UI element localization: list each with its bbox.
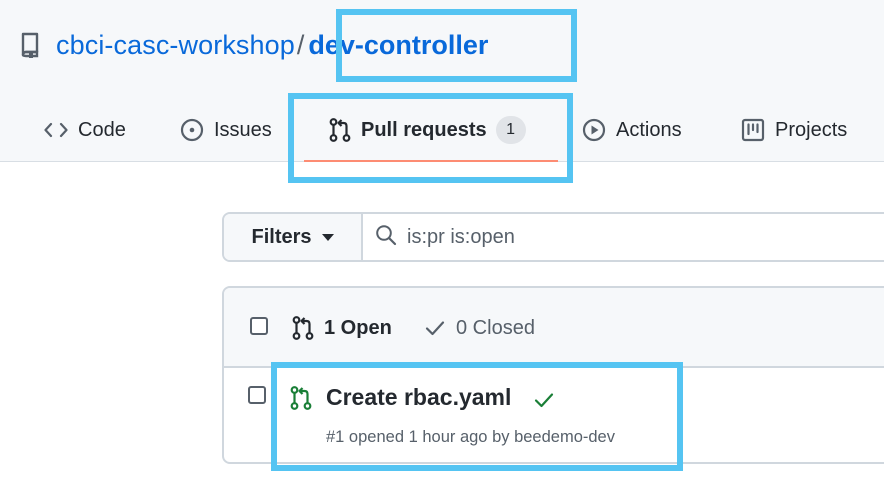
closed-count-label: 0 Closed xyxy=(456,316,535,339)
row-checkbox[interactable] xyxy=(248,386,266,404)
triangle-down-icon xyxy=(321,233,334,241)
search-field xyxy=(363,214,884,260)
project-icon xyxy=(741,118,765,142)
search-icon xyxy=(375,224,397,251)
checks-passed-icon[interactable] xyxy=(533,390,555,415)
closed-filter-toggle[interactable]: 0 Closed xyxy=(424,314,535,342)
filters-button-label: Filters xyxy=(251,225,312,248)
repo-owner-link[interactable]: cbci-casc-workshop xyxy=(56,30,295,61)
tab-pull-requests-label: Pull requests xyxy=(361,118,487,141)
code-icon xyxy=(44,121,68,139)
list-header: 1 Open 0 Closed xyxy=(224,288,884,368)
repo-name-link[interactable]: dev-controller xyxy=(308,30,488,61)
pull-request-meta: #1 opened 1 hour ago by beedemo-dev xyxy=(326,428,615,446)
play-icon xyxy=(582,118,606,142)
tab-projects[interactable]: Projects xyxy=(741,110,847,150)
repo-nav-tabs: Code Issues Pull requests 1 Actions Proj… xyxy=(0,100,884,162)
issue-opened-icon xyxy=(180,118,204,142)
open-count-label: 1 Open xyxy=(324,316,392,339)
tab-code-label: Code xyxy=(78,118,126,141)
git-pull-request-open-icon xyxy=(290,386,312,415)
pull-request-title-link[interactable]: Create rbac.yaml xyxy=(326,384,511,411)
repo-breadcrumb: cbci-casc-workshop / dev-controller xyxy=(20,26,488,64)
filter-bar: Filters xyxy=(222,212,884,262)
git-pull-request-icon xyxy=(292,316,314,340)
tab-issues[interactable]: Issues xyxy=(180,110,272,150)
check-icon xyxy=(424,318,446,338)
tab-projects-label: Projects xyxy=(775,118,848,141)
tab-code[interactable]: Code xyxy=(44,110,126,150)
open-filter-toggle[interactable]: 1 Open xyxy=(292,314,392,342)
search-input[interactable] xyxy=(407,225,807,249)
tab-actions-label: Actions xyxy=(616,118,682,141)
tab-issues-label: Issues xyxy=(214,118,272,141)
selected-tab-underline xyxy=(304,160,558,162)
pull-requests-counter: 1 xyxy=(495,116,526,144)
tab-pull-requests[interactable]: Pull requests 1 xyxy=(329,110,526,150)
repo-icon xyxy=(20,32,42,58)
select-all-checkbox[interactable] xyxy=(250,317,268,335)
tab-actions[interactable]: Actions xyxy=(582,110,682,150)
breadcrumb-separator: / xyxy=(296,29,305,60)
git-pull-request-icon xyxy=(329,118,351,142)
filters-dropdown-button[interactable]: Filters xyxy=(224,214,363,260)
